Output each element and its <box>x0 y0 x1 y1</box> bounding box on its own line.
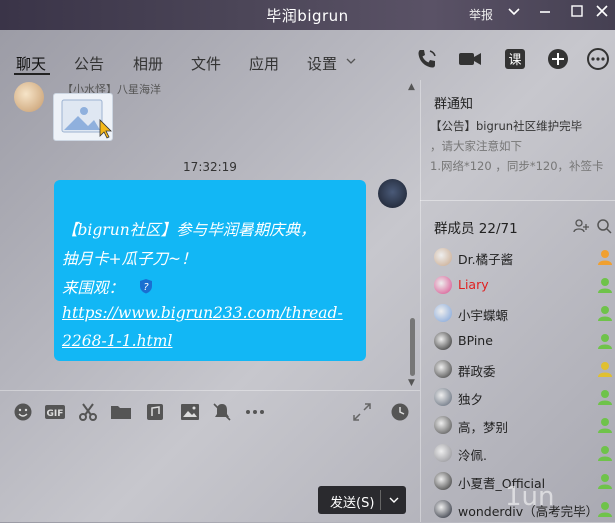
member-name: 高，梦别 <box>458 420 509 435</box>
member-row[interactable]: 高，梦别 <box>432 414 612 438</box>
search-icon[interactable] <box>596 218 612 238</box>
member-status-icon <box>597 304 613 322</box>
mute-icon[interactable] <box>212 402 232 422</box>
phone-icon[interactable] <box>415 47 439 71</box>
message-line-1: 【bigrun社区】参与毕润暑期庆典， <box>62 221 316 239</box>
report-link[interactable]: 举报 <box>469 6 493 23</box>
scroll-down-icon[interactable]: ▼ <box>408 378 415 388</box>
notice-title: 群通知 <box>434 97 474 112</box>
member-avatar[interactable] <box>434 304 452 322</box>
member-status-icon <box>597 500 613 518</box>
chat-scrollbar[interactable] <box>410 318 415 376</box>
notice-line-3: 1.网络*120 ，同步*120，补签卡 <box>430 159 604 173</box>
image-icon[interactable] <box>180 402 200 422</box>
message-line-3: 来围观： <box>62 279 125 297</box>
member-name: Dr.橘子酱 <box>458 252 514 267</box>
member-avatar[interactable] <box>434 388 452 406</box>
member-row[interactable]: Liary <box>432 274 612 298</box>
question-icon: ? <box>138 278 154 294</box>
message-link[interactable]: https://www.bigrun233.com/thread- <box>62 304 343 322</box>
panel-divider <box>420 200 615 201</box>
member-name: 小宇蝶螈 <box>458 308 509 323</box>
tab-settings[interactable]: 设置 <box>307 53 337 74</box>
send-button-label: 发送(S) <box>330 496 375 511</box>
member-status-icon <box>597 416 613 434</box>
member-avatar[interactable] <box>434 360 452 378</box>
member-status-icon <box>597 276 613 294</box>
send-button[interactable]: 发送(S) <box>318 486 406 514</box>
video-icon[interactable] <box>457 47 481 71</box>
member-avatar[interactable] <box>434 472 452 490</box>
notice-line-2: ，请大家注意如下 <box>430 139 522 153</box>
member-name: Liary <box>458 277 489 292</box>
more-icon[interactable] <box>586 47 610 71</box>
maximize-icon[interactable] <box>566 3 588 25</box>
message-bubble[interactable]: 【bigrun社区】参与毕润暑期庆典， 抽月卡+瓜子刀~！ 来围观： ? htt… <box>54 180 366 361</box>
members-title: 群成员 22/71 <box>434 221 518 237</box>
member-avatar[interactable] <box>434 444 452 462</box>
notice-content[interactable]: 【公告】bigrun社区维护完毕 ，请大家注意如下 1.网络*120 ，同步*1… <box>430 116 610 176</box>
message-line-2: 抽月卡+瓜子刀~！ <box>62 250 197 268</box>
member-row[interactable]: 群政委 <box>432 358 612 382</box>
tab-chat[interactable]: 聊天 <box>16 53 46 74</box>
watermark-logo: 1un <box>505 482 555 512</box>
music-icon[interactable] <box>145 402 165 422</box>
member-avatar[interactable] <box>434 332 452 350</box>
my-avatar[interactable] <box>378 179 407 208</box>
member-row[interactable]: Dr.橘子酱 <box>432 246 612 270</box>
member-status-icon <box>597 248 613 266</box>
member-status-icon <box>597 332 613 350</box>
svg-text:课: 课 <box>508 53 521 68</box>
scissors-icon[interactable] <box>78 402 98 422</box>
add-member-icon[interactable] <box>573 218 589 238</box>
member-row[interactable]: BPine <box>432 330 612 354</box>
image-message[interactable] <box>53 93 113 141</box>
member-status-icon <box>597 360 613 378</box>
emoji-icon[interactable] <box>13 402 33 422</box>
member-name: BPine <box>458 333 493 348</box>
member-avatar[interactable] <box>434 276 452 294</box>
settings-chevron-icon[interactable] <box>345 55 357 71</box>
member-row[interactable]: 独夕 <box>432 386 612 410</box>
close-icon[interactable] <box>591 3 613 25</box>
member-avatar[interactable] <box>434 248 452 266</box>
notice-line-1: 【公告】bigrun社区维护完毕 <box>430 119 583 133</box>
minimize-icon[interactable] <box>534 3 556 25</box>
history-clock-icon[interactable] <box>390 402 410 422</box>
member-name: 群政委 <box>458 364 496 379</box>
gif-icon[interactable]: GIF <box>44 402 65 422</box>
member-name: 独夕 <box>458 392 484 407</box>
add-icon[interactable] <box>546 47 570 71</box>
member-avatar[interactable] <box>434 500 452 518</box>
avatar[interactable] <box>14 82 44 112</box>
scroll-up-icon[interactable]: ▲ <box>408 82 415 92</box>
send-options-icon[interactable] <box>388 491 400 509</box>
tab-album[interactable]: 相册 <box>133 53 163 74</box>
svg-text:?: ? <box>143 282 149 293</box>
member-status-icon <box>597 472 613 490</box>
tab-announcement[interactable]: 公告 <box>74 53 104 74</box>
message-link-continued[interactable]: 2268-1-1.html <box>62 332 172 350</box>
folder-icon[interactable] <box>110 402 131 422</box>
member-name: 泠佩. <box>458 448 487 463</box>
send-button-separator <box>380 490 381 510</box>
tab-files[interactable]: 文件 <box>191 53 221 74</box>
active-tab-indicator <box>14 73 50 75</box>
member-status-icon <box>597 388 613 406</box>
more-dots-icon[interactable] <box>244 402 264 422</box>
message-timestamp: 17:32:19 <box>183 160 237 174</box>
title-bar: 毕润bigrun 举报 <box>0 0 615 30</box>
svg-text:GIF: GIF <box>47 409 64 419</box>
expand-icon[interactable] <box>352 402 372 422</box>
course-icon[interactable]: 课 <box>503 47 527 71</box>
member-row[interactable]: 小宇蝶螈 <box>432 302 612 326</box>
member-avatar[interactable] <box>434 416 452 434</box>
member-row[interactable]: 泠佩. <box>432 442 612 466</box>
tab-apps[interactable]: 应用 <box>249 53 279 74</box>
member-status-icon <box>597 444 613 462</box>
chevron-down-icon[interactable] <box>503 3 525 25</box>
